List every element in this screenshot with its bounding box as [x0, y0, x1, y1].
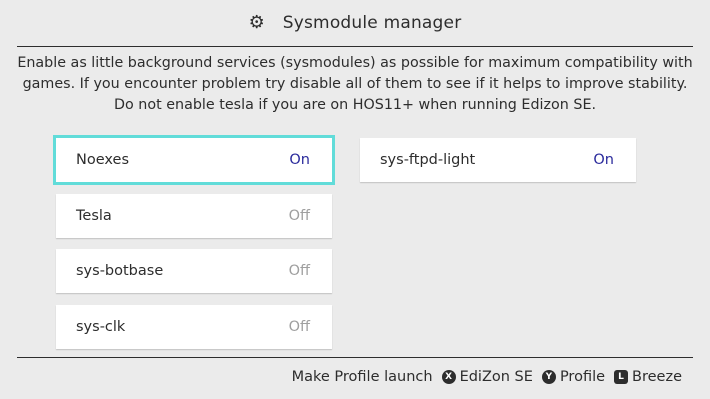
module-item-noexes[interactable]: Noexes On: [53, 135, 335, 185]
header: ⚙ Sysmodule manager: [0, 0, 710, 46]
make-profile-launch-action[interactable]: Make Profile launch: [292, 369, 433, 385]
profile-label: Profile: [559, 369, 606, 385]
module-name: Tesla: [76, 207, 112, 224]
module-status: Off: [288, 263, 310, 279]
module-name: sys-ftpd-light: [380, 152, 476, 168]
module-name: sys-botbase: [76, 263, 164, 279]
module-name: Noexes: [76, 152, 129, 168]
description-line: Do not enable tesla if you are on HOS11+…: [113, 97, 597, 113]
header-divider: [17, 46, 693, 47]
footer-divider: [17, 357, 693, 358]
l-button-icon: L: [614, 370, 629, 384]
breeze-label: Breeze: [632, 369, 682, 385]
description: Enable as little background services (sy…: [12, 53, 698, 116]
module-item-tesla[interactable]: Tesla Off: [56, 193, 332, 238]
x-button-icon: X: [441, 370, 456, 384]
gear-icon: ⚙: [248, 11, 265, 33]
breeze-action[interactable]: L Breeze: [614, 369, 682, 385]
module-status: On: [289, 152, 310, 168]
description-line: Enable as little background services (sy…: [17, 55, 693, 71]
description-line: games. If you encounter problem try disa…: [22, 76, 688, 92]
edizon-se-action[interactable]: X EdiZon SE: [441, 369, 533, 385]
module-item-sys-botbase[interactable]: sys-botbase Off: [56, 249, 332, 293]
make-profile-label: Make Profile launch: [291, 369, 433, 385]
profile-action[interactable]: Y Profile: [541, 369, 606, 385]
footer: Make Profile launch X EdiZon SE Y Profil…: [292, 369, 682, 385]
module-list-right: sys-ftpd-light On: [360, 138, 638, 194]
module-name: sys-clk: [76, 318, 126, 335]
page-title: Sysmodule manager: [282, 13, 462, 33]
edizon-se-label: EdiZon SE: [459, 369, 533, 385]
module-status: On: [593, 152, 614, 168]
module-status: Off: [288, 318, 310, 335]
y-button-icon: Y: [541, 370, 556, 384]
module-list-left: Noexes On Tesla Off sys-botbase Off sys-…: [53, 135, 335, 360]
module-item-sys-clk[interactable]: sys-clk Off: [56, 304, 332, 349]
module-status: Off: [288, 207, 310, 224]
module-item-sys-ftpd-light[interactable]: sys-ftpd-light On: [360, 138, 636, 182]
